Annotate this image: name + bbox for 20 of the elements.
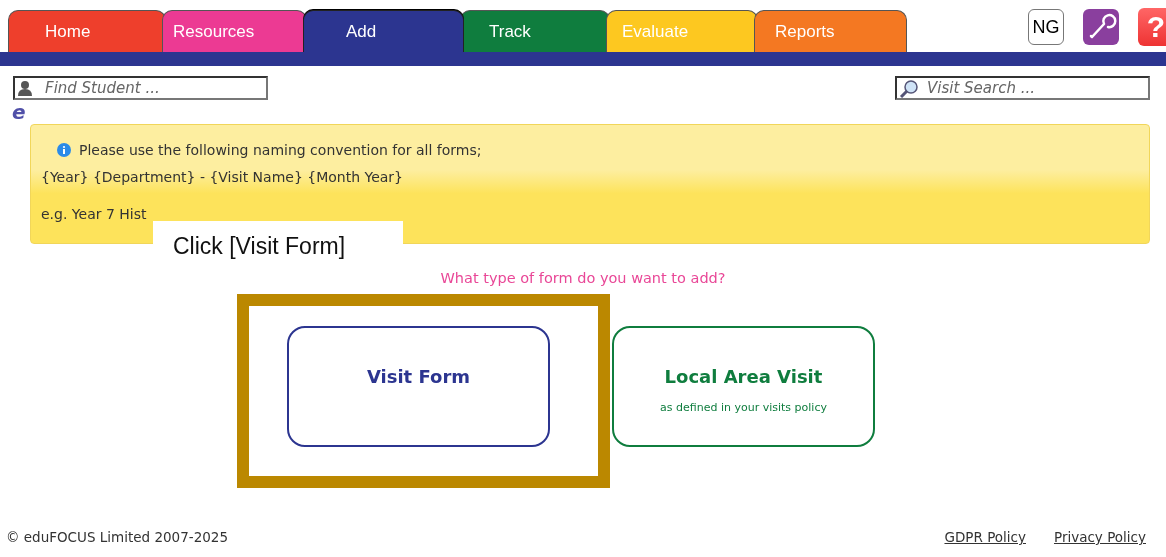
form-type-button[interactable]: Visit Form <box>287 326 550 447</box>
footer-link[interactable]: Privacy Policy <box>1054 529 1146 545</box>
notice-text: {Year} {Department} - {Visit Name} {Month Year} <box>41 168 405 187</box>
logo-letter: e <box>11 102 27 120</box>
person-icon <box>17 80 33 96</box>
form-type-button[interactable]: Local Area Visit as defined in your visits policy <box>612 326 875 447</box>
wrench-icon[interactable] <box>1082 8 1120 46</box>
search-icon <box>899 80 919 98</box>
question-text: What type of form do you want to add? <box>439 270 727 286</box>
student-search-field[interactable]: Find Student ... <box>13 76 268 100</box>
visit-search-field[interactable]: Visit Search ... <box>895 76 1150 100</box>
nav-tab[interactable]: Add <box>303 10 464 52</box>
notice-text: e.g. Year 7 Hist <box>41 205 148 224</box>
copyright-text: © eduFOCUS Limited 2007-2025 <box>6 529 228 545</box>
notice-text: Please use the following naming convention for all forms; <box>79 141 482 160</box>
user-initials-button[interactable]: NG <box>1028 9 1064 45</box>
footer-link[interactable]: GDPR Policy <box>944 529 1026 545</box>
info-icon <box>57 143 71 157</box>
help-button[interactable]: ? <box>1138 8 1166 46</box>
nav-tab[interactable]: Reports <box>754 10 907 52</box>
